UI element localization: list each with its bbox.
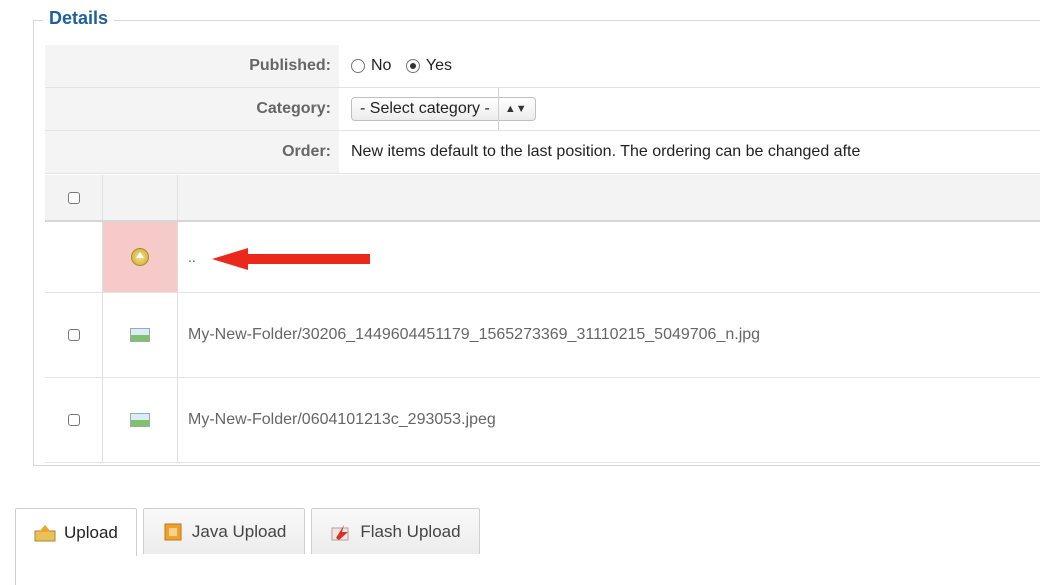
published-label: Published:	[45, 45, 339, 87]
category-select-value: - Select category -	[360, 99, 490, 117]
published-row: Published: No Yes	[45, 45, 1040, 88]
row-check-cell	[45, 293, 103, 377]
file-name[interactable]: My-New-Folder/0604101213c_293053.jpeg	[178, 378, 1040, 462]
java-upload-icon	[164, 523, 182, 540]
flash-upload-icon	[331, 524, 349, 540]
category-row: Category: - Select category - ▲▼	[45, 87, 1040, 131]
category-cell: - Select category - ▲▼	[339, 87, 1040, 130]
order-row: Order: New items default to the last pos…	[45, 131, 1040, 174]
upload-icon	[34, 524, 56, 541]
order-text: New items default to the last position. …	[351, 143, 861, 160]
image-file-icon	[130, 328, 150, 342]
folder-up-link[interactable]: ..	[188, 249, 196, 265]
details-legend: Details	[43, 8, 115, 29]
order-label: Order:	[45, 131, 339, 173]
file-name[interactable]: My-New-Folder/30206_1449604451179_156527…	[178, 293, 1040, 377]
header-name-cell	[178, 175, 1040, 220]
row-checkbox[interactable]	[67, 329, 80, 341]
select-arrows-icon: ▲▼	[497, 87, 527, 130]
red-arrow-annotation	[212, 248, 370, 270]
upload-panel	[15, 555, 1040, 585]
details-form: Published: No Yes Category: - Select cat…	[45, 45, 1040, 174]
folder-up-row[interactable]: ..	[45, 222, 1040, 293]
published-no-radio[interactable]	[351, 59, 365, 73]
published-no-label[interactable]: No	[371, 57, 391, 74]
select-all-cell	[45, 175, 103, 220]
published-yes-radio[interactable]	[405, 59, 420, 73]
select-all-checkbox[interactable]	[67, 191, 80, 204]
tab-upload[interactable]: Upload	[15, 508, 137, 556]
image-file-icon	[130, 413, 150, 427]
folder-up-icon-cell	[103, 222, 178, 292]
table-row[interactable]: My-New-Folder/30206_1449604451179_156527…	[45, 293, 1040, 378]
row-icon-cell	[103, 293, 178, 377]
published-options: No Yes	[339, 45, 1040, 87]
tab-java-upload[interactable]: Java Upload	[142, 508, 306, 554]
folder-up-check-cell	[45, 222, 103, 292]
tab-java-upload-label: Java Upload	[191, 521, 287, 541]
tab-flash-upload[interactable]: Flash Upload	[311, 508, 480, 554]
category-label: Category:	[45, 88, 339, 130]
folder-up-icon[interactable]	[131, 248, 149, 266]
row-icon-cell	[103, 378, 178, 462]
row-checkbox[interactable]	[67, 414, 80, 426]
grid-header	[45, 175, 1040, 222]
upload-tabs: Upload Java Upload Flash Upload	[15, 508, 486, 556]
tab-upload-label: Upload	[64, 522, 118, 542]
category-select[interactable]: - Select category - ▲▼	[351, 87, 536, 130]
header-icon-cell	[103, 175, 178, 220]
row-check-cell	[45, 378, 103, 462]
table-row[interactable]: My-New-Folder/0604101213c_293053.jpeg	[45, 378, 1040, 463]
tab-flash-upload-label: Flash Upload	[360, 521, 461, 541]
file-grid: .. My-New-Folder/30206_1449604451179_156…	[45, 175, 1040, 463]
published-yes-label[interactable]: Yes	[426, 57, 452, 74]
